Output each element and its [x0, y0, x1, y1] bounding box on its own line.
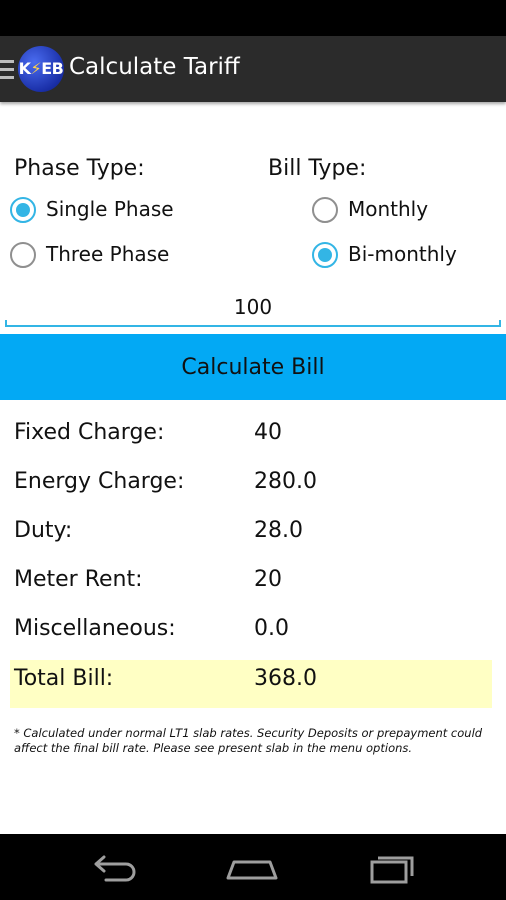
logo-text-k: K [18, 59, 31, 78]
footnote: * Calculated under normal LT1 slab rates… [14, 726, 483, 755]
back-icon[interactable] [82, 848, 142, 888]
three-phase-label[interactable]: Three Phase [46, 242, 169, 266]
fixed-charge-label: Fixed Charge: [14, 420, 165, 445]
action-bar: K⚡EB Calculate Tariff [0, 36, 506, 102]
radio-three-phase[interactable] [10, 242, 36, 268]
single-phase-label[interactable]: Single Phase [46, 197, 174, 221]
duty-value: 28.0 [254, 518, 303, 543]
radio-bi-monthly[interactable] [312, 242, 338, 268]
meter-rent-label: Meter Rent: [14, 567, 143, 592]
miscellaneous-label: Miscellaneous: [14, 616, 176, 641]
energy-charge-label: Energy Charge: [14, 469, 185, 494]
logo-bolt-icon: ⚡ [30, 59, 42, 78]
fixed-charge-value: 40 [254, 420, 282, 445]
radio-monthly[interactable] [312, 197, 338, 223]
page-title: Calculate Tariff [69, 54, 240, 80]
phase-type-label: Phase Type: [14, 156, 145, 181]
status-bar [0, 0, 506, 36]
meter-rent-value: 20 [254, 567, 282, 592]
logo-text-eb: EB [41, 59, 64, 78]
monthly-label[interactable]: Monthly [348, 197, 428, 221]
app-logo[interactable]: K⚡EB [18, 46, 64, 92]
units-input[interactable] [5, 285, 501, 329]
calculate-bill-button[interactable]: Calculate Bill [0, 334, 506, 400]
total-bill-value: 368.0 [254, 666, 317, 691]
energy-charge-value: 280.0 [254, 469, 317, 494]
drawer-menu-icon[interactable] [0, 60, 14, 80]
bill-type-label: Bill Type: [268, 156, 367, 181]
duty-label: Duty: [14, 518, 73, 543]
bi-monthly-label[interactable]: Bi-monthly [348, 242, 457, 266]
total-bill-label: Total Bill: [14, 666, 114, 691]
home-icon[interactable] [222, 848, 282, 888]
units-input-underline [5, 320, 501, 327]
radio-single-phase[interactable] [10, 197, 36, 223]
navigation-bar [0, 834, 506, 900]
recent-apps-icon[interactable] [364, 848, 424, 888]
miscellaneous-value: 0.0 [254, 616, 289, 641]
